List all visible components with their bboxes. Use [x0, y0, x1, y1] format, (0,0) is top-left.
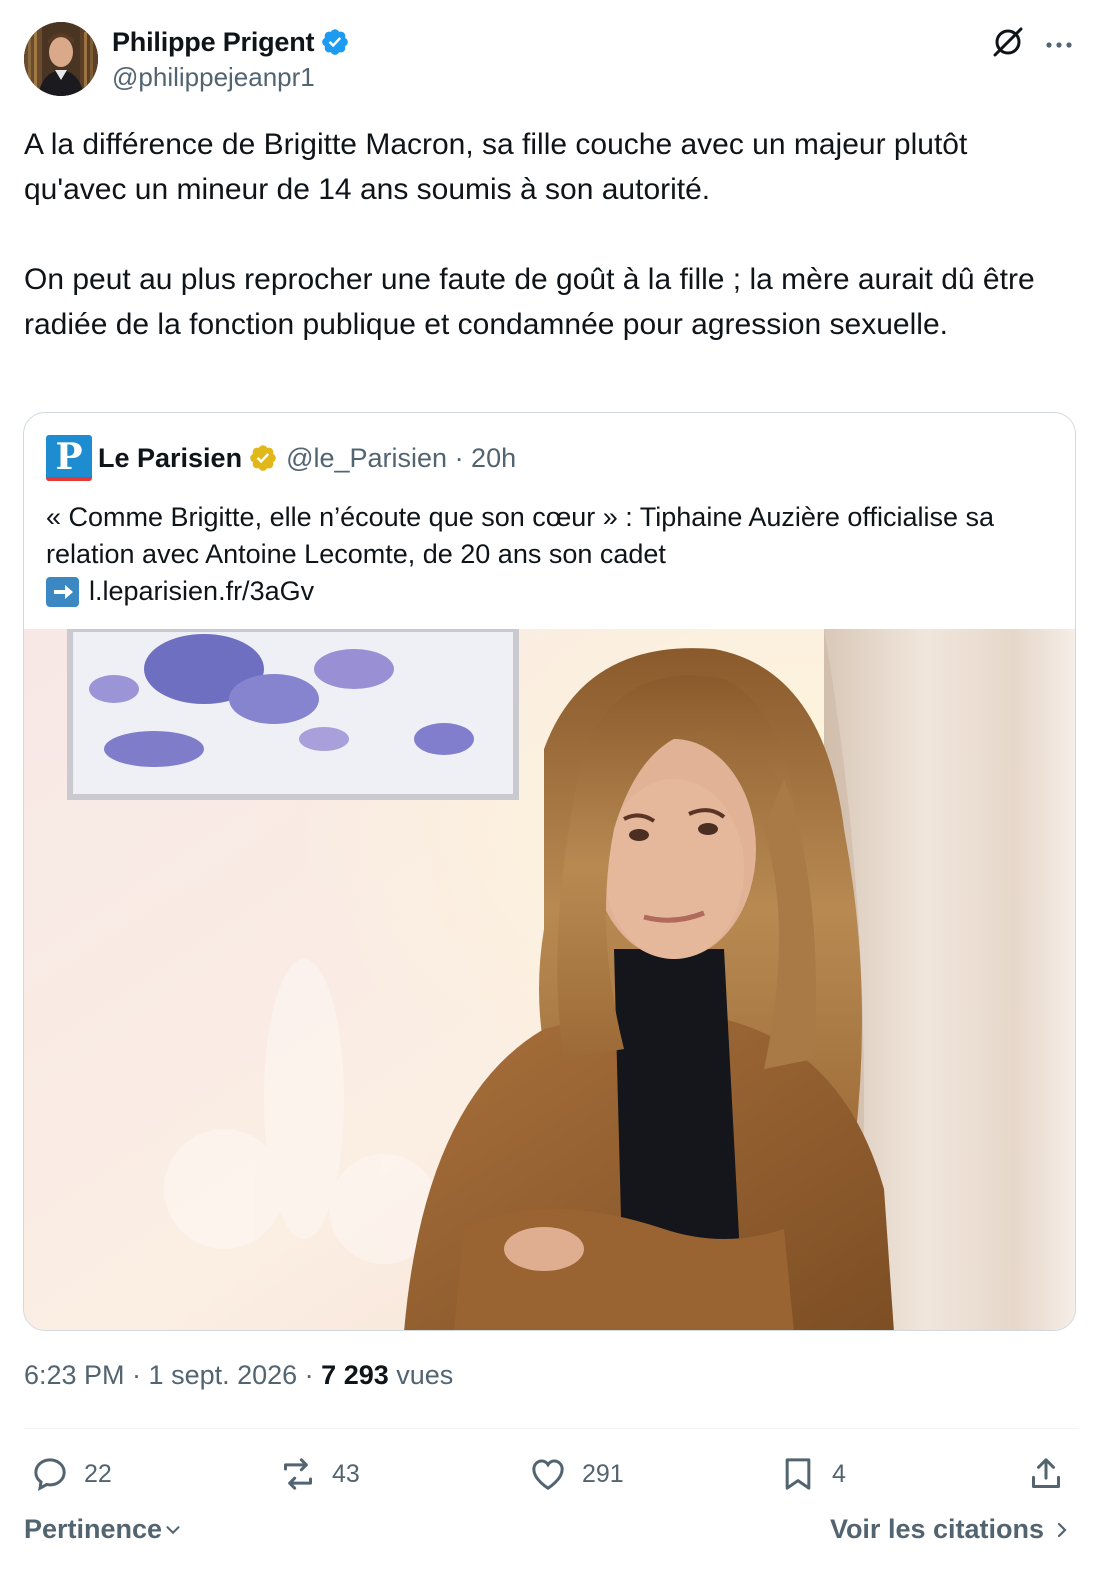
views-count: 7 293	[321, 1360, 389, 1390]
tweet-meta: 6:23 PM · 1 sept. 2026 · 7 293 vues	[24, 1360, 453, 1391]
share-button[interactable]	[1026, 1448, 1080, 1500]
reply-count: 22	[84, 1459, 112, 1488]
tweet-header: Philippe Prigent @philippejeanpr1	[24, 22, 1084, 98]
views-label: vues	[388, 1360, 454, 1390]
tweet-timestamp[interactable]: 6:23 PM · 1 sept. 2026 ·	[24, 1360, 321, 1390]
divider	[24, 1428, 1078, 1429]
view-quotes-link[interactable]: Voir les citations	[830, 1514, 1074, 1545]
bookmark-count: 4	[832, 1459, 846, 1488]
le-parisien-logo: P	[46, 435, 92, 481]
tweet-paragraph: A la différence de Brigitte Macron, sa f…	[24, 128, 968, 206]
bookmark-button[interactable]: 4	[778, 1448, 846, 1500]
gold-verified-icon	[250, 445, 276, 471]
share-icon	[1032, 1458, 1060, 1488]
quoted-tweet[interactable]: P Le Parisien @le_Parisien · 20h « Comme…	[23, 412, 1076, 1331]
quote-link[interactable]: l.leparisien.fr/3aGv	[89, 573, 314, 610]
tweet-paragraph: On peut au plus reprocher une faute de g…	[24, 263, 1035, 341]
quote-author-name: Le Parisien	[98, 442, 243, 473]
display-name[interactable]: Philippe Prigent	[112, 27, 315, 58]
sort-label: Pertinence	[24, 1514, 163, 1544]
reply-button[interactable]: 22	[30, 1448, 112, 1500]
avatar[interactable]	[24, 22, 98, 96]
chevron-down-icon	[166, 1525, 180, 1534]
repost-icon	[284, 1458, 312, 1490]
like-icon	[532, 1459, 564, 1490]
view-quotes-label: Voir les citations	[829, 1514, 1044, 1544]
like-count: 291	[582, 1459, 624, 1488]
tweet-text: A la différence de Brigitte Macron, sa f…	[24, 122, 1064, 347]
quote-handle-time: @le_Parisien · 20h	[286, 442, 517, 473]
arrow-right-emoji	[46, 576, 79, 607]
sort-dropdown[interactable]: Pertinence	[24, 1514, 184, 1545]
grok-icon[interactable]	[990, 24, 1026, 60]
chevron-right-icon	[1057, 1522, 1067, 1537]
bookmark-icon	[785, 1458, 811, 1490]
reply-icon	[34, 1458, 66, 1491]
repost-count: 43	[332, 1459, 360, 1488]
handle[interactable]: @philippejeanpr1	[112, 62, 350, 93]
more-icon[interactable]	[1042, 28, 1076, 62]
quote-photo[interactable]	[24, 629, 1075, 1330]
like-button[interactable]: 291	[528, 1448, 624, 1500]
repost-button[interactable]: 43	[278, 1448, 360, 1500]
action-bar: 22 43 291 4	[24, 1448, 1084, 1500]
verified-icon	[322, 29, 349, 55]
quote-text: « Comme Brigitte, elle n’écoute que son …	[46, 502, 994, 569]
